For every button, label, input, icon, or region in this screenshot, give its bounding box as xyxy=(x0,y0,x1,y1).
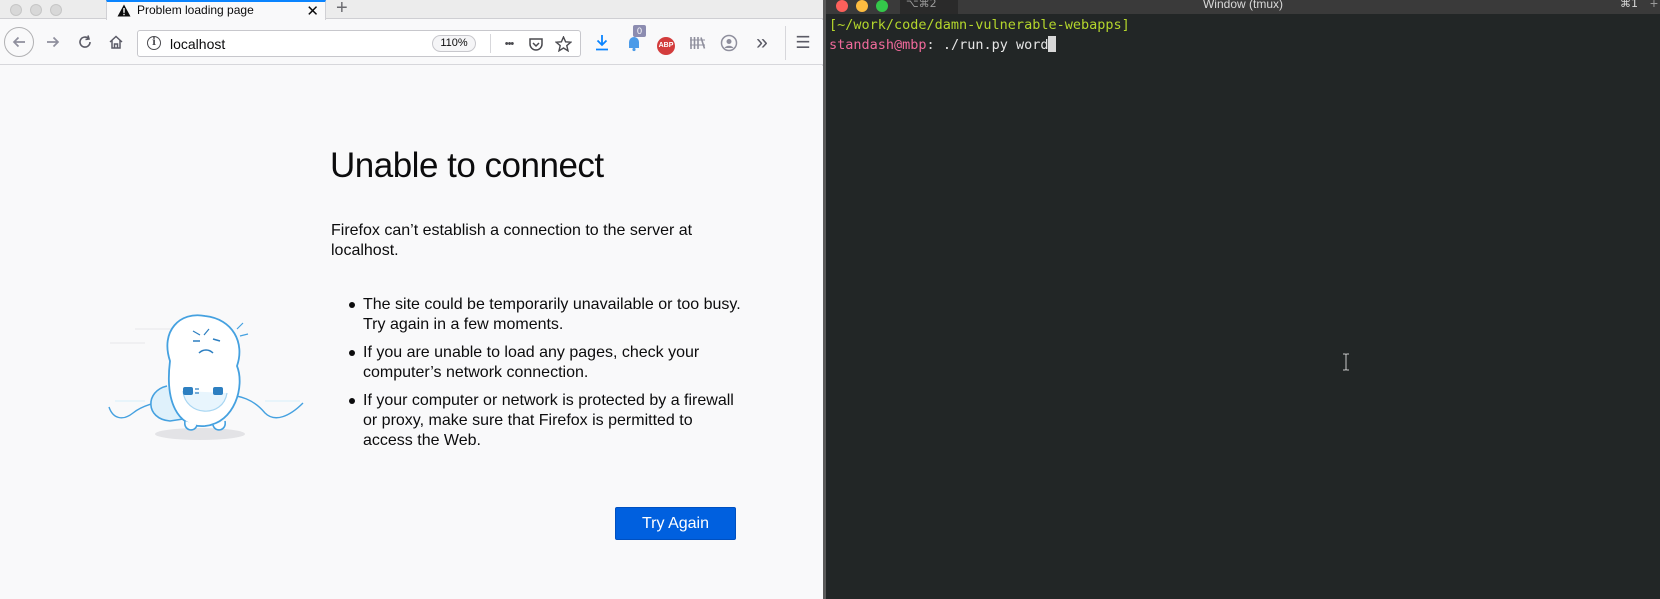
tab-title: Problem loading page xyxy=(137,3,254,17)
window-minimize-button[interactable] xyxy=(30,4,42,16)
reload-button[interactable] xyxy=(72,29,98,55)
extension-notification-icon[interactable]: 0 xyxy=(623,25,646,54)
adblock-label: ABP xyxy=(657,37,675,55)
site-info-icon[interactable]: i xyxy=(147,36,161,50)
error-title: Unable to connect xyxy=(330,146,604,185)
prompt-separator: : xyxy=(926,37,943,53)
navigation-toolbar: i localhost 110% ••• 0 ABP » ☰ xyxy=(0,20,823,65)
downloads-icon[interactable] xyxy=(591,32,613,54)
pocket-icon[interactable] xyxy=(525,34,547,54)
tab-close-icon[interactable]: ✕ xyxy=(306,2,319,20)
tab-problem-loading[interactable]: Problem loading page ✕ xyxy=(106,0,326,20)
terminal-title: Window (tmux) xyxy=(1202,0,1283,11)
ibeam-cursor-icon xyxy=(1343,353,1349,371)
adblock-plus-icon[interactable]: ABP xyxy=(655,32,677,55)
try-again-button[interactable]: Try Again xyxy=(615,507,736,540)
arrow-right-icon xyxy=(47,36,60,48)
tab-strip: Problem loading page ✕ + xyxy=(0,0,823,20)
overflow-chevron-icon[interactable]: » xyxy=(751,32,773,54)
list-item: The site could be temporarily unavailabl… xyxy=(331,295,741,335)
url-bar[interactable]: i localhost 110% ••• xyxy=(137,30,581,57)
error-description: Firefox can’t establish a connection to … xyxy=(331,222,693,259)
terminal-window[interactable]: ⌥⌘2 Window (tmux) ⌘1 + [~/work/code/damn… xyxy=(826,0,1660,599)
terminal-prompt-line[interactable]: standash@mbp: ./run.py word xyxy=(829,36,1057,53)
zoom-indicator[interactable]: 110% xyxy=(432,35,476,52)
terminal-path-line: [~/work/code/damn-vulnerable-webapps] xyxy=(829,17,1130,33)
arrow-left-icon xyxy=(12,36,25,48)
page-actions-icon[interactable]: ••• xyxy=(498,34,520,54)
error-page: Unable to connect Firefox can’t establis… xyxy=(0,66,823,599)
home-icon xyxy=(109,35,123,49)
url-separator xyxy=(490,34,491,53)
terminal-titlebar: ⌥⌘2 Window (tmux) ⌘1 + xyxy=(826,0,1660,14)
back-button[interactable] xyxy=(4,27,34,57)
account-icon[interactable] xyxy=(718,32,740,54)
bookmark-star-icon[interactable] xyxy=(552,34,574,54)
prompt-user: standash@mbp xyxy=(829,37,927,53)
list-item: If you are unable to load any pages, che… xyxy=(331,343,741,383)
library-icon[interactable] xyxy=(687,32,709,54)
reload-icon xyxy=(79,35,91,48)
error-suggestions-list: The site could be temporarily unavailabl… xyxy=(331,295,741,459)
window-maximize-button[interactable] xyxy=(50,4,62,16)
home-button[interactable] xyxy=(103,29,129,55)
terminal-window-hotkey: ⌘1 xyxy=(1620,0,1638,10)
warning-icon xyxy=(117,4,131,17)
sad-dinosaur-illustration xyxy=(108,314,304,440)
list-item: If your computer or network is protected… xyxy=(331,391,741,451)
notification-badge: 0 xyxy=(633,25,646,37)
command-text: ./run.py word xyxy=(942,37,1049,53)
url-text[interactable]: localhost xyxy=(170,36,225,52)
new-terminal-tab-button[interactable]: + xyxy=(1650,0,1658,11)
window-close-button[interactable] xyxy=(10,4,22,16)
hamburger-menu-icon[interactable]: ☰ xyxy=(792,32,814,54)
forward-button[interactable] xyxy=(40,29,66,55)
firefox-window: Problem loading page ✕ + i localhost 110… xyxy=(0,0,823,599)
toolbar-separator xyxy=(785,26,786,60)
text-cursor xyxy=(1048,36,1057,52)
new-tab-button[interactable]: + xyxy=(336,0,348,20)
